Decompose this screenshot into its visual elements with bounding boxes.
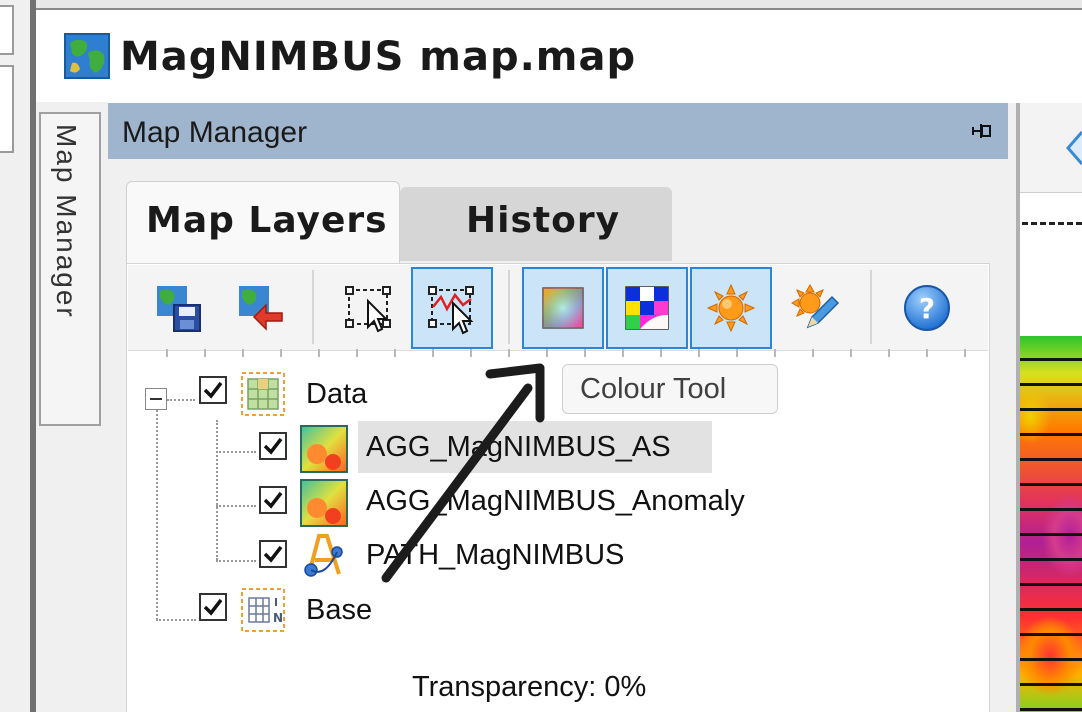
- tree-label-base[interactable]: Base: [306, 591, 372, 629]
- tree-connector: [216, 560, 256, 562]
- tooltip-text: Colour Tool: [580, 373, 727, 405]
- toolbar-separator: [312, 270, 314, 344]
- tab-map-layers-label: Map Layers: [146, 200, 388, 241]
- checkbox-agg-magnimbus-as[interactable]: [259, 432, 287, 460]
- colour-palette-button[interactable]: [606, 267, 688, 349]
- transparency-label: Transparency: 0%: [412, 671, 647, 703]
- check-icon: [263, 491, 283, 509]
- profile-select-button[interactable]: [411, 267, 493, 349]
- tree-connector: [216, 505, 256, 507]
- import-map-icon: [239, 286, 283, 331]
- select-region-icon: [345, 286, 391, 333]
- left-frame-control[interactable]: [0, 65, 14, 153]
- pin-icon[interactable]: [968, 118, 994, 144]
- select-region-button[interactable]: [328, 267, 410, 349]
- toolbar-separator: [508, 270, 510, 344]
- tree-label-data[interactable]: Data: [306, 375, 367, 413]
- sun-edit-button[interactable]: [774, 267, 856, 349]
- toolbar-separator: [870, 270, 872, 344]
- check-icon: [203, 381, 223, 399]
- sun-edit-icon: [790, 283, 840, 329]
- tree-connector: [216, 451, 256, 453]
- map-nav-icon[interactable]: [1064, 130, 1082, 166]
- panel-title: Map Manager: [122, 116, 308, 149]
- left-frame-control[interactable]: [0, 5, 14, 55]
- profile-select-icon: [428, 286, 474, 335]
- tree-connector: [156, 619, 196, 621]
- check-icon: [263, 437, 283, 455]
- tab-history-label: History: [466, 200, 621, 241]
- save-map-icon: [157, 286, 201, 332]
- save-map-button[interactable]: [138, 267, 220, 349]
- toolbar-ruler: [130, 349, 986, 357]
- data-group-icon: [241, 372, 285, 416]
- tree-connector: [156, 410, 158, 620]
- tree-connector: [167, 399, 195, 401]
- colour-tool-icon: [542, 287, 584, 329]
- map-raster-image: [1020, 336, 1082, 712]
- window-title: MagNIMBUS map.map: [120, 34, 637, 80]
- help-icon: ?: [904, 285, 950, 331]
- annotation-arrow: [381, 363, 545, 583]
- path-layer-icon: [304, 534, 343, 577]
- base-group-icon: N: [241, 588, 285, 632]
- help-button[interactable]: ?: [886, 267, 968, 349]
- svg-text:?: ?: [919, 292, 935, 325]
- svg-text:N: N: [273, 611, 283, 625]
- colour-tool-button[interactable]: [522, 267, 604, 349]
- checkbox-path-magnimbus[interactable]: [259, 540, 287, 568]
- check-icon: [263, 545, 283, 563]
- colour-palette-icon: [625, 286, 669, 330]
- import-map-button[interactable]: [220, 267, 302, 349]
- tree-connector: [216, 420, 218, 560]
- sun-shading-button[interactable]: [690, 267, 772, 349]
- side-tab-label: Map Manager: [51, 124, 82, 319]
- grid-layer-icon: [300, 425, 348, 473]
- map-boundary-line: [1022, 222, 1082, 225]
- check-icon: [203, 598, 223, 616]
- globe-map-icon: [64, 33, 110, 79]
- tree-expander-data[interactable]: [145, 388, 167, 410]
- checkbox-base[interactable]: [199, 593, 227, 621]
- checkbox-data[interactable]: [199, 376, 227, 404]
- checkbox-agg-magnimbus-anomaly[interactable]: [259, 486, 287, 514]
- sun-shading-icon: [706, 283, 756, 333]
- window-top-edge: [30, 0, 1082, 10]
- grid-layer-icon: [300, 479, 348, 527]
